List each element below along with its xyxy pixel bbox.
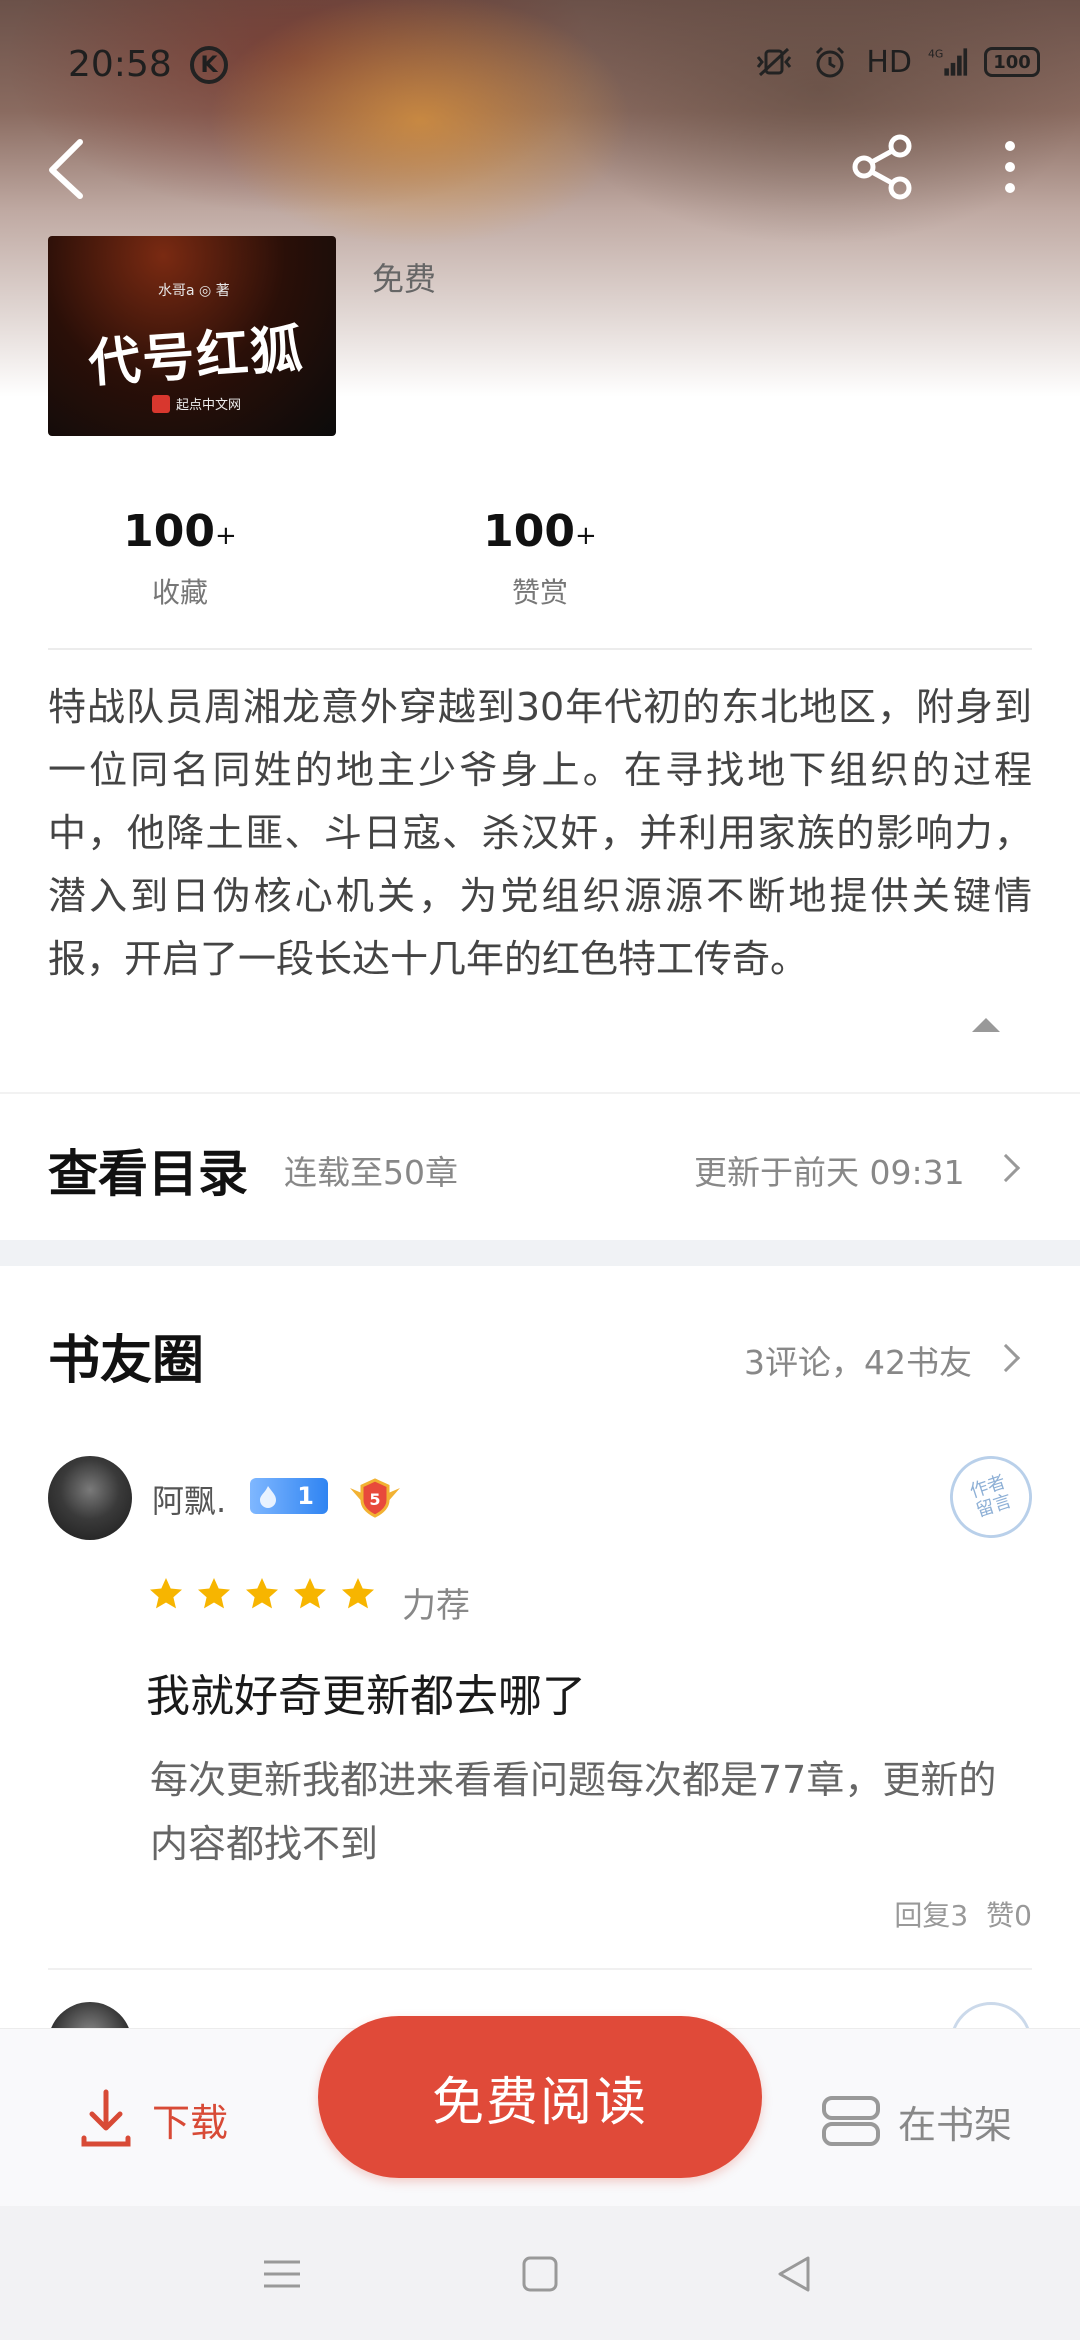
divider <box>48 648 1032 650</box>
hd-indicator: HD <box>866 44 912 80</box>
cover-publisher: 起点中文网 <box>152 394 241 413</box>
k-badge-icon: K <box>190 46 228 84</box>
chevron-right-icon[interactable] <box>991 1343 1021 1373</box>
book-circle-title: 书友圈 <box>48 1330 205 1391</box>
fan-level-badge: 1 <box>250 1478 328 1514</box>
alarm-icon <box>810 44 850 80</box>
favorites-label: 收藏 <box>151 576 208 609</box>
star-icon <box>294 1578 326 1609</box>
more-options-icon[interactable] <box>990 134 1030 200</box>
book-cover[interactable]: 水哥a ◎ 著 代号红狐 起点中文网 <box>48 236 336 436</box>
cover-title: 代号红狐 <box>86 318 307 395</box>
like-count[interactable]: 赞0 <box>986 1894 1032 1934</box>
price-tag: 免费 <box>372 260 437 298</box>
rewards-stat[interactable]: 100+ 赞赏 <box>430 506 650 611</box>
chevron-right-icon[interactable] <box>991 1153 1021 1183</box>
signal-icon: 4G <box>928 44 968 80</box>
favorites-count: 100+ <box>123 506 237 557</box>
download-icon <box>81 2089 131 2147</box>
status-bar: 20:58 K HD 4G 100 <box>0 0 1080 130</box>
book-description: 特战队员周湘龙意外穿越到30年代初的东北地区，附身到一位同名同姓的地主少爷身上。… <box>48 685 1032 981</box>
catalog-status: 连载至50章 <box>284 1153 458 1192</box>
divider <box>48 1968 1032 1970</box>
rewards-label: 赞赏 <box>511 576 568 609</box>
bookshelf-icon <box>822 2096 880 2146</box>
bookshelf-label: 在书架 <box>898 2102 1013 2147</box>
rewards-count: 100+ <box>483 506 597 557</box>
star-icon <box>246 1578 278 1609</box>
home-icon[interactable] <box>516 2250 564 2298</box>
download-button[interactable]: 下载 <box>80 2084 228 2154</box>
catalog-title[interactable]: 查看目录 <box>48 1134 248 1206</box>
download-label: 下载 <box>152 2100 229 2145</box>
cover-author: 水哥a ◎ 著 <box>158 283 230 299</box>
book-circle-stats[interactable]: 3评论，42书友 <box>744 1336 972 1384</box>
collapse-arrow-icon[interactable] <box>972 1018 1000 1032</box>
publisher-name: 起点中文网 <box>176 398 242 413</box>
vibrate-icon <box>754 44 794 80</box>
review-body[interactable]: 每次更新我都进来看看问题每次都是77章，更新的内容都找不到 <box>150 1748 1010 1876</box>
battery-icon: 100 <box>984 47 1040 77</box>
divider <box>0 1092 1080 1094</box>
menu-icon[interactable] <box>258 2250 306 2298</box>
user-level-badge: 5 <box>348 1476 402 1518</box>
star-icon <box>342 1578 374 1609</box>
catalog-update-time[interactable]: 更新于前天 09:31 <box>694 1146 965 1194</box>
back-icon[interactable] <box>36 132 96 202</box>
avatar[interactable] <box>48 1456 132 1540</box>
svg-text:4G: 4G <box>928 47 943 60</box>
svg-text:5: 5 <box>369 1490 380 1509</box>
rating-stars <box>148 1576 376 1612</box>
review-meta: 回复3 赞0 <box>894 1894 1032 1934</box>
share-icon[interactable] <box>850 134 916 200</box>
back-nav-icon[interactable] <box>770 2250 818 2298</box>
bookshelf-button[interactable]: 在书架 <box>820 2086 1012 2156</box>
review-title[interactable]: 我就好奇更新都去哪了 <box>146 1660 586 1724</box>
reply-count[interactable]: 回复3 <box>894 1894 968 1934</box>
star-icon <box>150 1578 182 1609</box>
favorites-stat: 100+ 收藏 <box>70 506 290 611</box>
star-icon <box>198 1578 230 1609</box>
review-username[interactable]: 阿飘. <box>152 1476 226 1522</box>
fan-level-value: 1 <box>297 1482 314 1510</box>
rating-text: 力荐 <box>402 1586 470 1626</box>
publisher-logo-icon <box>152 394 170 413</box>
free-read-button[interactable]: 免费阅读 <box>318 2016 762 2178</box>
status-time: 20:58 <box>68 44 172 85</box>
status-icons: HD 4G 100 <box>754 44 1040 80</box>
section-separator <box>0 1240 1080 1266</box>
author-reply-stamp-icon: 作者 留言 <box>939 1445 1043 1549</box>
